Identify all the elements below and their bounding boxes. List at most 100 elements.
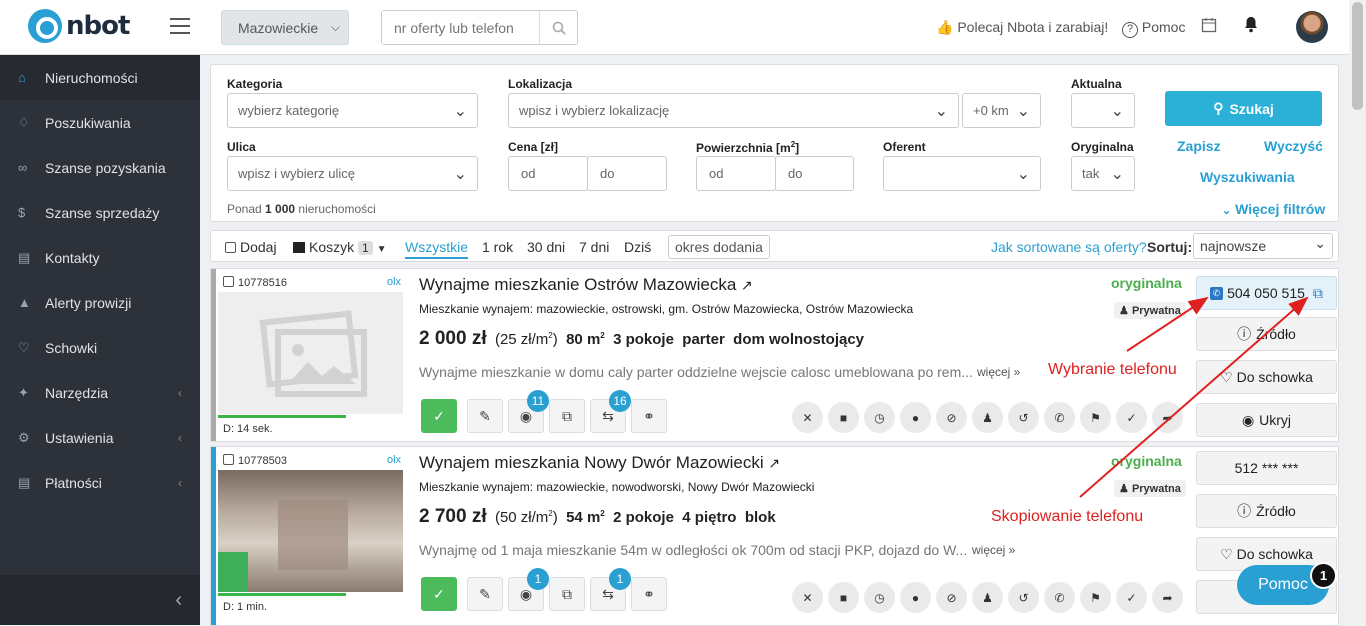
sidebar-item-kontakty[interactable]: ▤ Kontakty xyxy=(0,235,200,280)
copy-button[interactable]: ⧉ xyxy=(549,399,585,433)
more-link[interactable]: więcej » xyxy=(977,365,1020,379)
logo[interactable]: nbot xyxy=(28,9,130,43)
sidebar-collapse-button[interactable]: ‹ xyxy=(0,575,200,625)
aktualna-select[interactable]: ⌄ xyxy=(1071,93,1135,128)
more-link[interactable]: więcej » xyxy=(972,543,1015,557)
edit-button[interactable]: ✎ xyxy=(467,577,503,611)
powierzchnia-od-input[interactable]: od xyxy=(696,156,776,191)
phone-icon[interactable]: ✆ xyxy=(1044,582,1075,613)
tab-7-dni[interactable]: 7 dni xyxy=(579,239,609,255)
ban-icon[interactable]: ⊘ xyxy=(936,582,967,613)
tab-1-rok[interactable]: 1 rok xyxy=(482,239,513,255)
cena-do-input[interactable]: do xyxy=(587,156,667,191)
calendar-icon[interactable] xyxy=(1201,17,1217,36)
zrodlo-button[interactable]: ⓘ Źródło xyxy=(1196,317,1337,351)
more-filters-link[interactable]: ⌄ Więcej filtrów xyxy=(1222,201,1325,217)
sort-help-link[interactable]: Jak sortowane są oferty? xyxy=(991,239,1147,255)
lock-icon[interactable]: ■ xyxy=(828,582,859,613)
tab-wszystkie[interactable]: Wszystkie xyxy=(405,239,468,259)
sidebar-item-narzedzia[interactable]: ✦ Narzędzia ‹ xyxy=(0,370,200,415)
sidebar-item-platnosci[interactable]: ▤ Płatności ‹ xyxy=(0,460,200,505)
dodaj-checkbox[interactable]: Dodaj xyxy=(225,239,277,255)
check-button[interactable]: ✓ xyxy=(421,399,457,433)
avatar[interactable] xyxy=(1296,11,1328,43)
sort-select[interactable]: najnowsze ⌄ xyxy=(1193,233,1333,259)
check-button[interactable]: ✓ xyxy=(421,577,457,611)
listing-title[interactable]: Wynajme mieszkanie Ostrów Mazowiecka ↗ xyxy=(419,275,753,295)
phone-icon[interactable]: ✆ xyxy=(1044,402,1075,433)
listing-title[interactable]: Wynajem mieszkania Nowy Dwór Mazowiecki … xyxy=(419,453,780,473)
schowek-button[interactable]: ♡ Do schowka xyxy=(1196,360,1337,394)
share-icon[interactable]: ➦ xyxy=(1152,402,1183,433)
check-icon[interactable]: ✓ xyxy=(1116,402,1147,433)
similar-button[interactable]: ◉ 11 xyxy=(508,390,549,433)
listing-photo[interactable] xyxy=(218,470,403,592)
help-label: Pomoc xyxy=(1141,19,1186,35)
scrollbar-thumb[interactable] xyxy=(1352,2,1363,110)
similar-button[interactable]: ◉ 1 xyxy=(508,568,549,611)
phone-reveal-button[interactable]: 512 *** *** xyxy=(1196,451,1337,485)
oferent-select[interactable]: ⌄ xyxy=(883,156,1041,191)
sidebar-item-szanse-pozyskania[interactable]: ∞ Szanse pozyskania xyxy=(0,145,200,190)
phone-button[interactable]: ✆ 504 050 515 ⧉ xyxy=(1196,276,1337,310)
search-input[interactable] xyxy=(382,11,540,44)
share-icon[interactable]: ➦ xyxy=(1152,582,1183,613)
user-icon[interactable]: ♟ xyxy=(972,582,1003,613)
unlink-button[interactable]: ⚭ xyxy=(631,577,667,611)
tab-dzis[interactable]: Dziś xyxy=(624,239,651,255)
close-icon[interactable]: ✕ xyxy=(792,582,823,613)
wyczysc-link[interactable]: Wyczyść xyxy=(1264,138,1323,154)
sidebar-item-alerty-prowizji[interactable]: ▲ Alerty prowizji xyxy=(0,280,200,325)
bell-icon[interactable] xyxy=(1243,16,1259,36)
sidebar-item-szanse-sprzedazy[interactable]: $ Szanse sprzedaży xyxy=(0,190,200,235)
search-button[interactable] xyxy=(539,11,577,44)
ulica-select[interactable]: wpisz i wybierz ulicę ⌄ xyxy=(227,156,478,191)
clock-icon[interactable]: ◷ xyxy=(864,582,895,613)
check-icon[interactable]: ✓ xyxy=(1116,582,1147,613)
close-icon[interactable]: ✕ xyxy=(792,402,823,433)
undo-icon[interactable]: ↺ xyxy=(1008,402,1039,433)
powierzchnia-do-input[interactable]: do xyxy=(775,156,854,191)
oryginalna-select[interactable]: tak ⌄ xyxy=(1071,156,1135,191)
flag-icon[interactable]: ⚑ xyxy=(1080,582,1111,613)
sidebar-item-poszukiwania[interactable]: ♢ Poszukiwania xyxy=(0,100,200,145)
user-icon[interactable]: ♟ xyxy=(972,402,1003,433)
listing-id[interactable]: 10778516 xyxy=(223,276,287,289)
repost-button[interactable]: ⇆ 16 xyxy=(590,390,631,433)
sidebar-item-ustawienia[interactable]: ⚙ Ustawienia ‹ xyxy=(0,415,200,460)
zapisz-link[interactable]: Zapisz xyxy=(1177,138,1221,154)
listing-source[interactable]: olx xyxy=(387,454,401,466)
copy-button[interactable]: ⧉ xyxy=(549,577,585,611)
repost-button[interactable]: ⇆ 1 xyxy=(590,568,631,611)
region-select[interactable]: Mazowieckie ⌵ xyxy=(221,10,349,45)
listing-id[interactable]: 10778503 xyxy=(223,454,287,467)
recommend-link[interactable]: 👍 Polecaj Nbota i zarabiaj! xyxy=(936,19,1108,36)
clock-icon[interactable]: ◷ xyxy=(864,402,895,433)
radius-select[interactable]: +0 km ⌄ xyxy=(962,93,1041,128)
cena-od-input[interactable]: od xyxy=(508,156,588,191)
period-input[interactable]: okres dodania xyxy=(668,235,770,259)
tab-30-dni[interactable]: 30 dni xyxy=(527,239,565,255)
menu-toggle-icon[interactable] xyxy=(170,18,190,34)
wyszukiwania-link[interactable]: Wyszukiwania xyxy=(1200,169,1295,185)
lokalizacja-select[interactable]: wpisz i wybierz lokalizację ⌄ xyxy=(508,93,959,128)
help-link[interactable]: ? Pomoc xyxy=(1122,19,1185,38)
user-remove-icon[interactable]: ● xyxy=(900,582,931,613)
listing-image-placeholder[interactable] xyxy=(218,292,403,414)
user-remove-icon[interactable]: ● xyxy=(900,402,931,433)
search-submit-button[interactable]: ⚲ Szukaj xyxy=(1165,91,1322,126)
edit-button[interactable]: ✎ xyxy=(467,399,503,433)
unlink-button[interactable]: ⚭ xyxy=(631,399,667,433)
zrodlo-button[interactable]: ⓘ Źródło xyxy=(1196,494,1337,528)
flag-icon[interactable]: ⚑ xyxy=(1080,402,1111,433)
sidebar-item-schowki[interactable]: ♡ Schowki xyxy=(0,325,200,370)
copy-phone-icon[interactable]: ⧉ xyxy=(1313,285,1323,302)
ban-icon[interactable]: ⊘ xyxy=(936,402,967,433)
listing-source[interactable]: olx xyxy=(387,276,401,288)
sidebar-item-nieruchomosci[interactable]: ⌂ Nieruchomości xyxy=(0,55,200,100)
kategoria-select[interactable]: wybierz kategorię ⌄ xyxy=(227,93,478,128)
ukryj-button[interactable]: ◉ Ukryj xyxy=(1196,403,1337,437)
koszyk-dropdown[interactable]: Koszyk 1 ▼ xyxy=(293,239,387,255)
undo-icon[interactable]: ↺ xyxy=(1008,582,1039,613)
lock-icon[interactable]: ■ xyxy=(828,402,859,433)
